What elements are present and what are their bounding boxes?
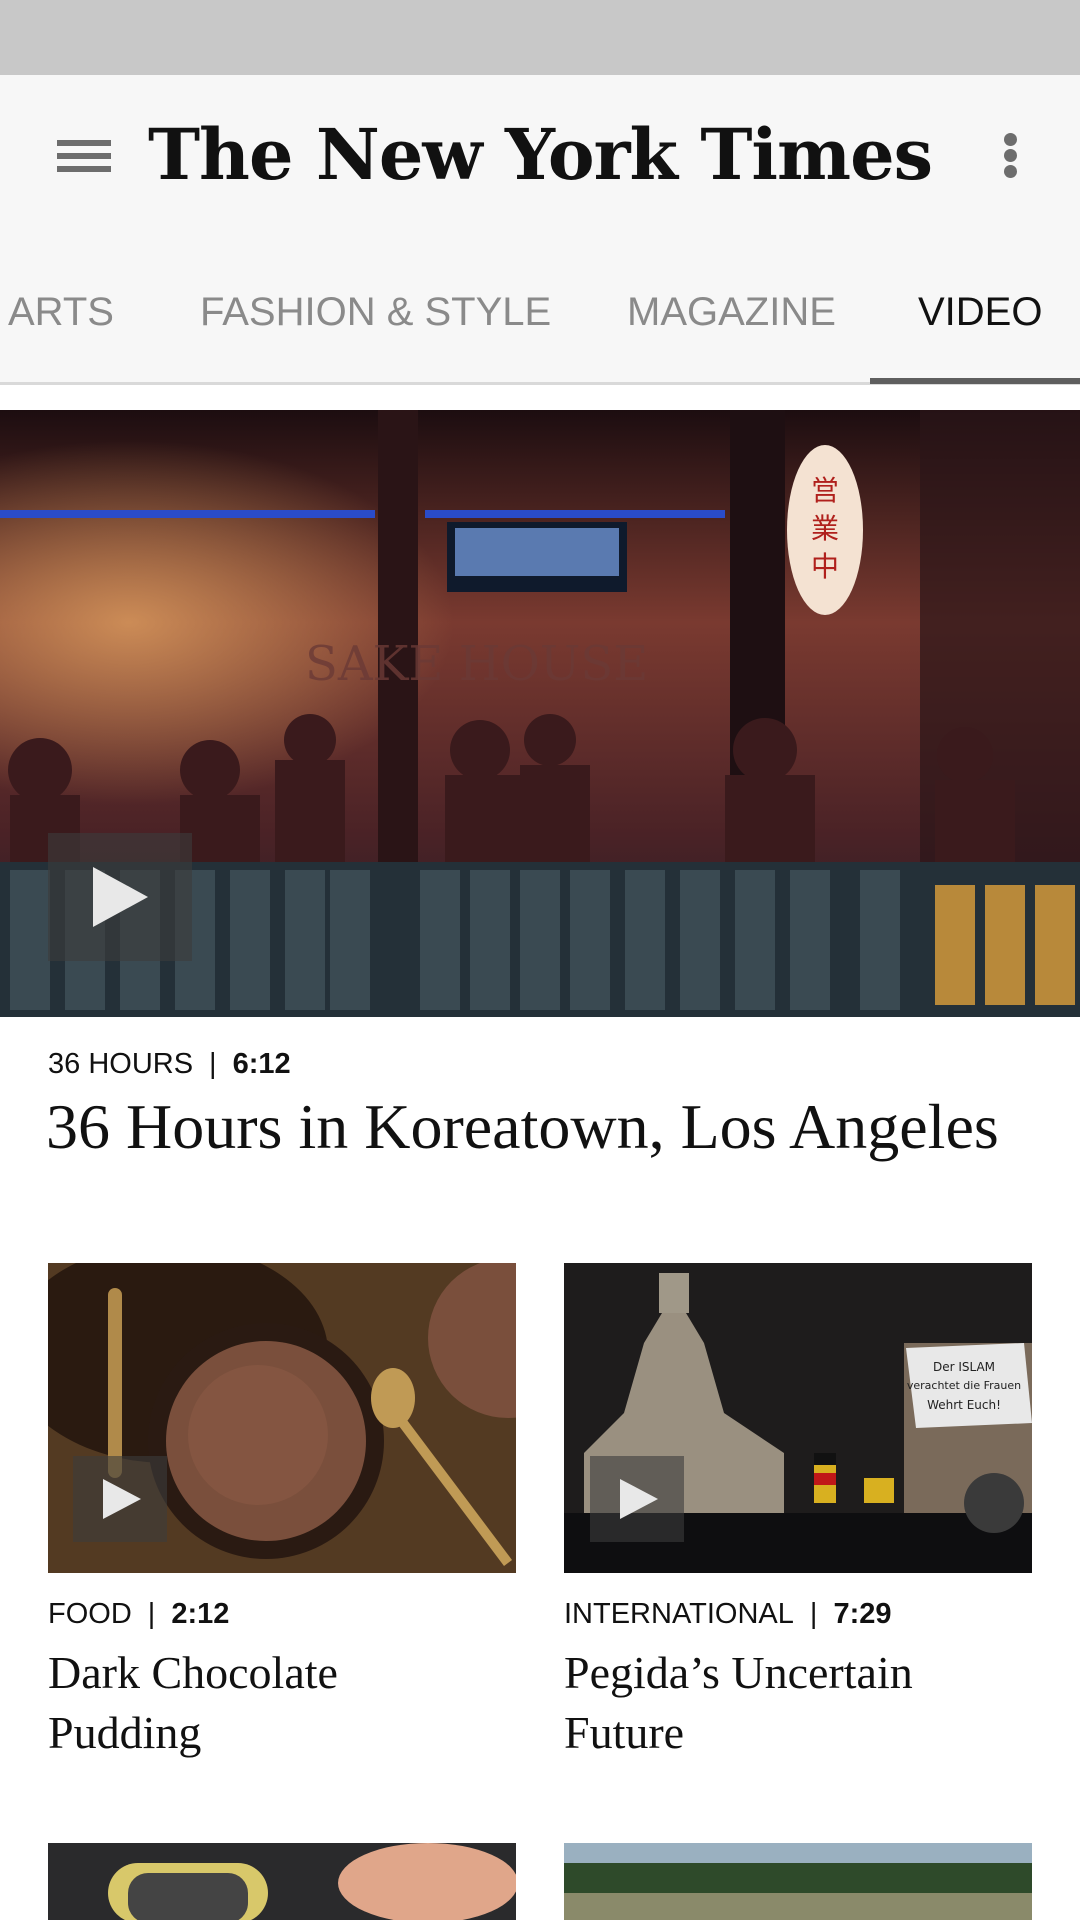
svg-text:verachtet die Frauen: verachtet die Frauen [907,1379,1021,1392]
overflow-menu-button[interactable] [980,125,1036,185]
card-meta-food: FOOD | 2:12 [48,1598,230,1630]
card-thumbnail-next-1[interactable] [48,1843,516,1920]
phone-photo [48,1843,516,1920]
card-section-label[interactable]: INTERNATIONAL [564,1598,794,1630]
card-duration: 7:29 [833,1598,892,1630]
play-button[interactable] [48,833,192,961]
hero-meta: 36 HOURS | 6:12 [48,1048,291,1080]
card-section-label[interactable]: FOOD [48,1598,132,1630]
card-duration: 2:12 [171,1598,230,1630]
status-bar [0,0,1080,75]
forest-photo [564,1843,1032,1920]
tab-magazine[interactable]: MAGAZINE [627,290,836,335]
hero-video-thumbnail[interactable]: 営 業 中 SAKE HOUSE [0,410,1080,1017]
card-headline-international[interactable]: Pegida’s Uncertain Future [564,1643,913,1763]
play-button[interactable] [73,1456,167,1542]
play-button[interactable] [590,1456,684,1542]
svg-text:営: 営 [811,474,839,507]
card-thumbnail-food[interactable] [48,1263,516,1573]
nyt-logo[interactable]: The New York Times [0,113,1080,196]
active-tab-indicator [870,378,1080,384]
play-icon [93,867,148,927]
svg-text:Wehrt Euch!: Wehrt Euch! [927,1398,1001,1412]
svg-text:中: 中 [811,550,839,583]
play-icon [103,1479,141,1519]
card-meta-international: INTERNATIONAL | 7:29 [564,1598,892,1630]
tab-fashion-style[interactable]: FASHION & STYLE [200,290,551,335]
section-tabs: ARTS FASHION & STYLE MAGAZINE VIDEO [0,230,1080,385]
tab-video[interactable]: VIDEO [918,290,1042,335]
svg-text:業: 業 [811,512,839,545]
hero-section-label[interactable]: 36 HOURS [48,1048,193,1080]
card-headline-food[interactable]: Dark Chocolate Pudding [48,1643,338,1763]
svg-text:Der ISLAM: Der ISLAM [933,1360,995,1374]
hero-duration: 6:12 [232,1048,291,1080]
card-thumbnail-next-2[interactable] [564,1843,1032,1920]
play-icon [620,1479,658,1519]
hero-headline[interactable]: 36 Hours in Koreatown, Los Angeles [46,1090,999,1164]
card-thumbnail-international[interactable]: Der ISLAM verachtet die Frauen Wehrt Euc… [564,1263,1032,1573]
app-bar: The New York Times [0,75,1080,230]
tab-arts[interactable]: ARTS [8,290,114,335]
svg-text:SAKE HOUSE: SAKE HOUSE [305,636,648,692]
